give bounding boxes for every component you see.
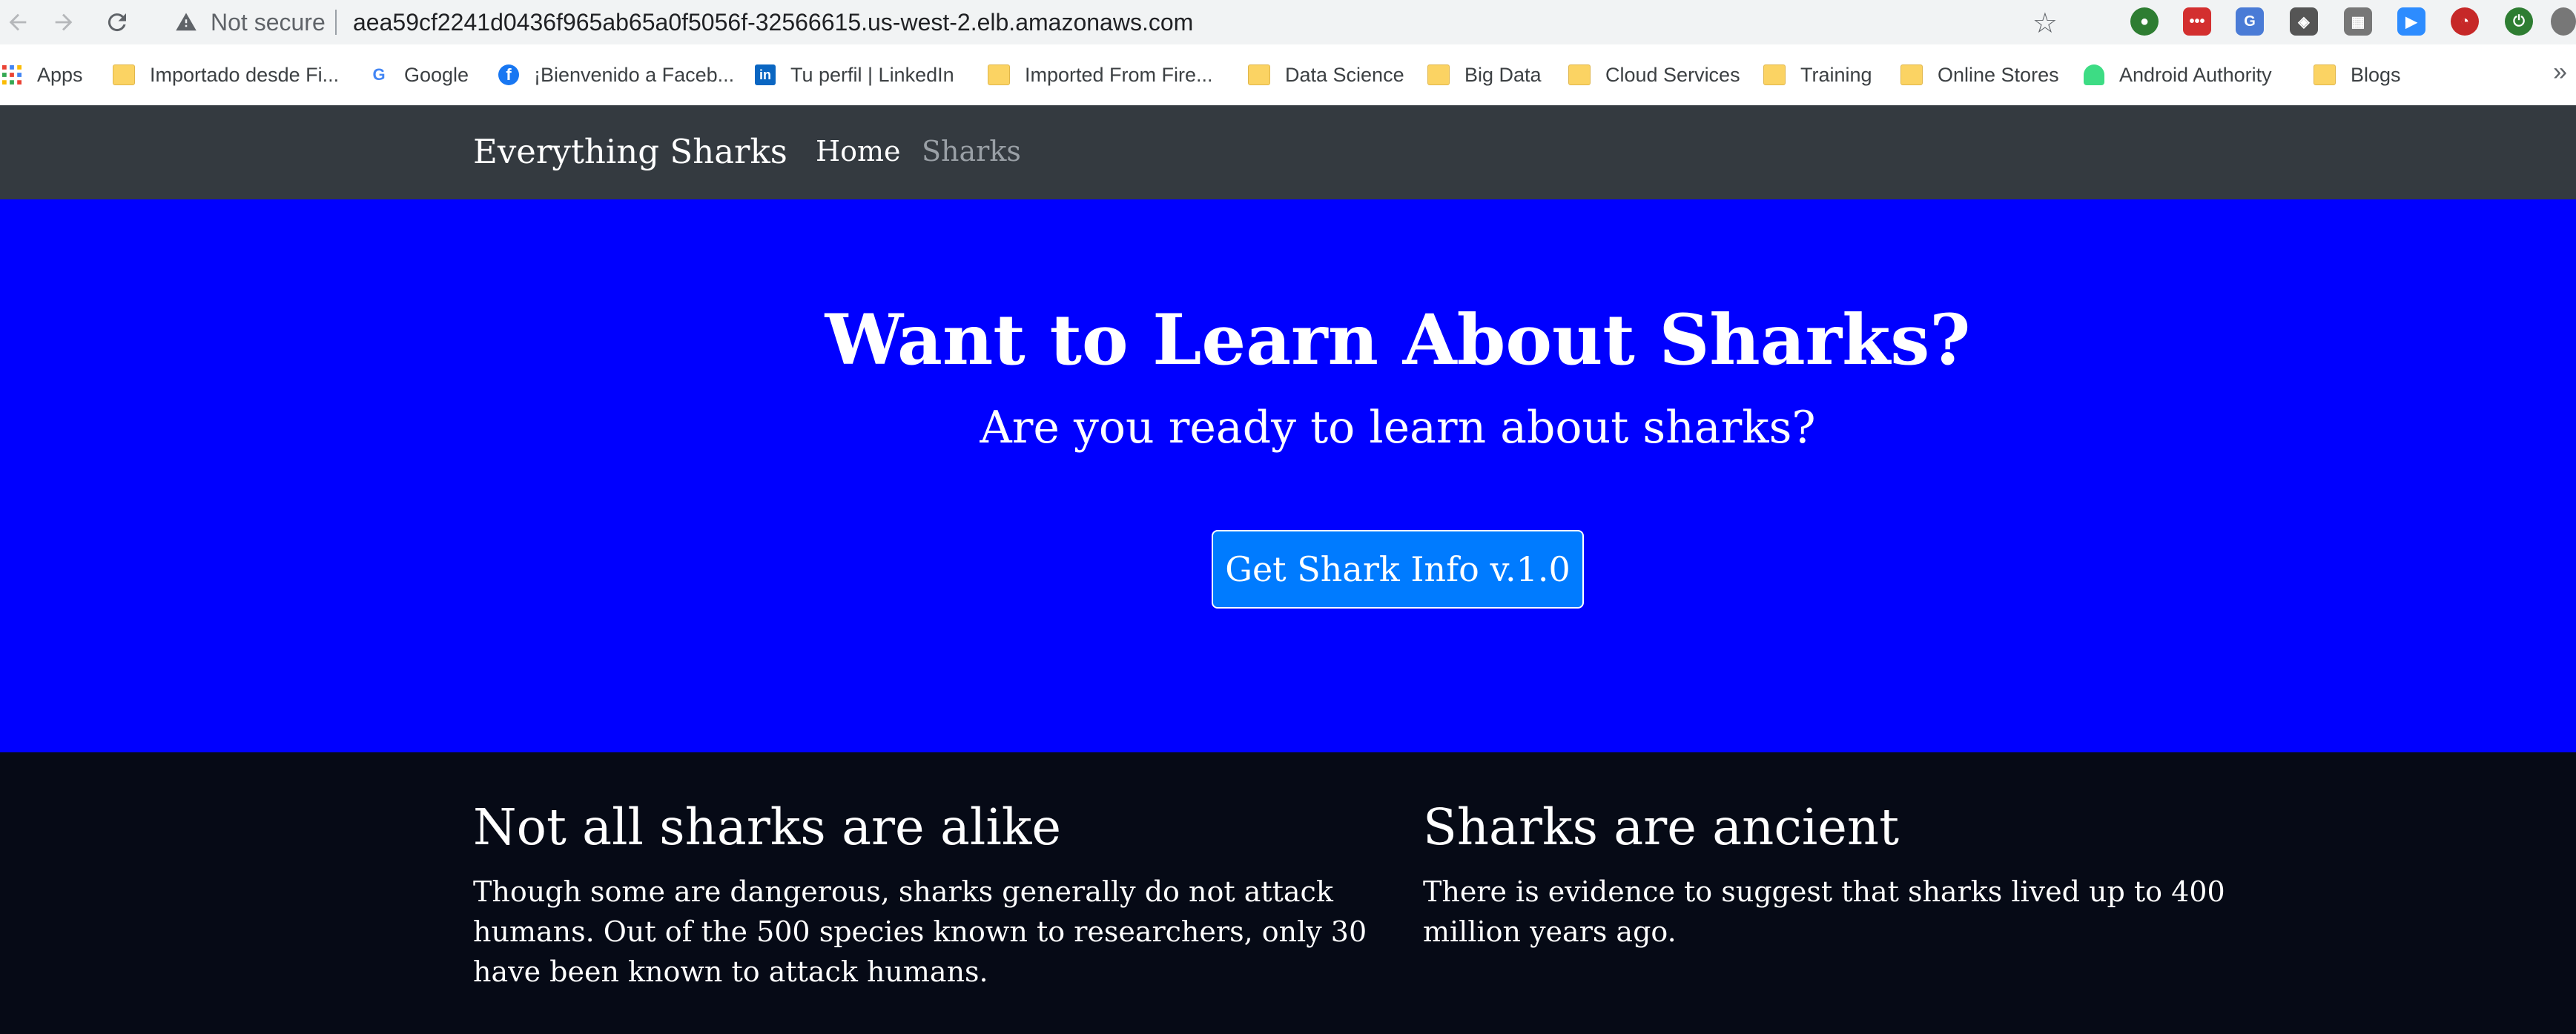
bookmark-android-authority[interactable]: Android Authority: [2084, 59, 2272, 90]
feature-card-ancient: Sharks are ancient There is evidence to …: [1423, 798, 2313, 952]
more-bookmarks-chevron-icon[interactable]: »: [2553, 58, 2567, 87]
bookmark-label: Big Data: [1464, 63, 1542, 86]
globe-extension-icon[interactable]: ●: [2130, 7, 2159, 36]
bookmark-star-icon[interactable]: ☆: [2032, 7, 2058, 40]
bookmark-label: Training: [1800, 63, 1872, 86]
bookmark-label: Online Stores: [1938, 63, 2059, 86]
screenshot-extension-icon[interactable]: ▦: [2344, 7, 2372, 36]
bookmark-folder-training[interactable]: Training: [1763, 59, 1872, 90]
feature-text: There is evidence to suggest that sharks…: [1423, 875, 2225, 948]
bookmark-label: Imported From Fire...: [1025, 63, 1213, 86]
folder-icon: [1900, 64, 1923, 85]
address-divider: [335, 10, 337, 35]
bookmark-folder-blogs[interactable]: Blogs: [2314, 59, 2401, 90]
translate-extension-icon[interactable]: G: [2236, 7, 2264, 36]
folder-icon: [1427, 64, 1450, 85]
nav-link-sharks[interactable]: Sharks: [922, 135, 1021, 168]
lastpass-extension-icon[interactable]: •••: [2183, 7, 2211, 36]
warning-icon[interactable]: [174, 10, 199, 35]
feature-title: Not all sharks are alike: [473, 798, 1062, 856]
site-brand[interactable]: Everything Sharks: [473, 132, 787, 171]
power-extension-icon[interactable]: ⏻: [2505, 7, 2533, 36]
bookmark-folder-imported[interactable]: Imported From Fire...: [988, 59, 1213, 90]
bookmark-facebook[interactable]: f ¡Bienvenido a Faceb...: [498, 59, 734, 90]
folder-icon: [113, 64, 135, 85]
not-secure-label[interactable]: Not secure: [211, 9, 326, 36]
bookmark-linkedin[interactable]: in Tu perfil | LinkedIn: [755, 59, 954, 90]
bookmark-label: Apps: [37, 63, 83, 86]
linkedin-icon: in: [755, 64, 776, 85]
hero-subtitle: Are you ready to learn about sharks?: [980, 402, 1816, 454]
folder-icon: [1568, 64, 1591, 85]
hero-title: Want to Learn About Sharks?: [825, 299, 1971, 381]
bookmark-folder-importado[interactable]: Importado desde Fi...: [113, 59, 339, 90]
bookmark-label: Cloud Services: [1605, 63, 1740, 86]
apps-grid-icon: [1, 64, 22, 85]
bookmark-label: Data Science: [1285, 63, 1404, 86]
zoom-extension-icon[interactable]: ▶: [2397, 7, 2425, 36]
bookmark-label: ¡Bienvenido a Faceb...: [534, 63, 735, 86]
nav-link-home[interactable]: Home: [816, 135, 901, 168]
keep-extension-icon[interactable]: ◈: [2290, 7, 2318, 36]
back-arrow-icon[interactable]: [0, 4, 36, 40]
bookmark-label: Blogs: [2351, 63, 2401, 86]
feature-text: Though some are dangerous, sharks genera…: [473, 875, 1367, 988]
facebook-icon: f: [498, 64, 519, 85]
browser-toolbar: Not secure aea59cf2241d0436f965ab65a0f50…: [0, 0, 2576, 44]
profile-avatar-icon[interactable]: [2551, 7, 2576, 36]
bookmark-folder-cloud-services[interactable]: Cloud Services: [1568, 59, 1740, 90]
url-text[interactable]: aea59cf2241d0436f965ab65a0f5056f-3256661…: [353, 9, 1193, 36]
bookmark-label: Android Authority: [2119, 63, 2272, 86]
bookmarks-bar: Apps Importado desde Fi... G Google f ¡B…: [0, 44, 2576, 106]
bookmark-apps[interactable]: Apps: [1, 59, 83, 90]
feature-title: Sharks are ancient: [1423, 798, 1899, 856]
bookmark-label: Importado desde Fi...: [150, 63, 340, 86]
bookmark-google[interactable]: G Google: [369, 59, 469, 90]
folder-icon: [1763, 64, 1786, 85]
reload-icon[interactable]: [99, 4, 135, 40]
bookmark-folder-data-science[interactable]: Data Science: [1248, 59, 1404, 90]
get-shark-info-button[interactable]: Get Shark Info v.1.0: [1212, 530, 1584, 609]
bookmark-label: Tu perfil | LinkedIn: [790, 63, 954, 86]
hero-section: Want to Learn About Sharks? Are you read…: [0, 199, 2576, 752]
google-icon: G: [372, 65, 386, 84]
bookmark-folder-online-stores[interactable]: Online Stores: [1900, 59, 2059, 90]
bookmark-folder-big-data[interactable]: Big Data: [1427, 59, 1542, 90]
address-bar[interactable]: Not secure aea59cf2241d0436f965ab65a0f50…: [156, 2, 2073, 42]
folder-icon: [2314, 64, 2336, 85]
forward-arrow-icon[interactable]: [46, 4, 82, 40]
feature-card-alike: Not all sharks are alike Though some are…: [473, 798, 1370, 992]
folder-icon: [1248, 64, 1270, 85]
android-icon: [2084, 64, 2104, 85]
site-navbar: Everything Sharks Home Sharks: [0, 105, 2576, 199]
avatar-extension-icon[interactable]: ◔: [2451, 7, 2479, 36]
bookmark-label: Google: [404, 63, 469, 86]
folder-icon: [988, 64, 1010, 85]
